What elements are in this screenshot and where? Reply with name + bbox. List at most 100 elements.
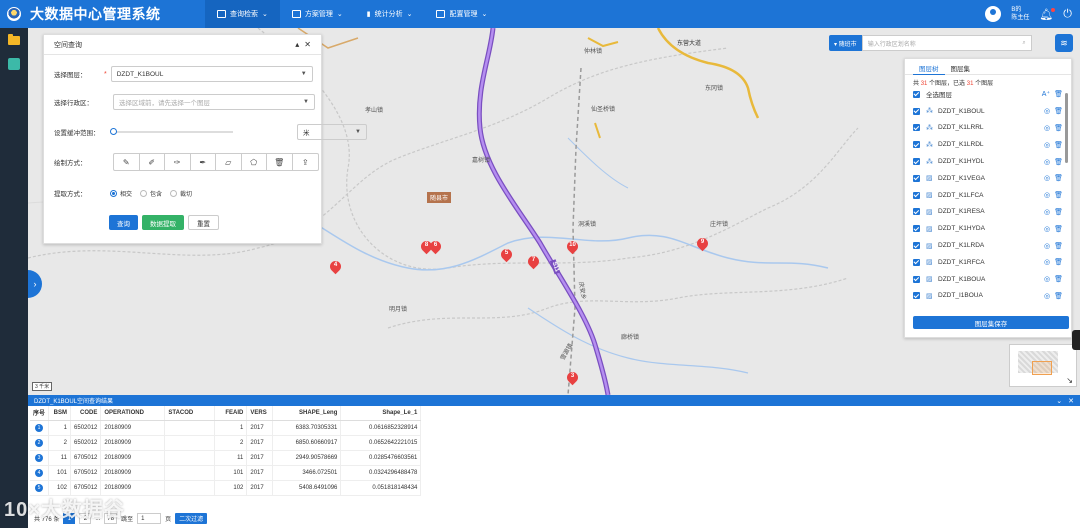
column-header[interactable]: SHAPE_Leng <box>272 406 342 421</box>
delete-icon[interactable]: 🗑︎ <box>1054 90 1063 98</box>
checkbox-checked[interactable] <box>913 275 920 283</box>
user-info[interactable]: B的 陈主任 <box>1011 6 1029 22</box>
column-header[interactable]: BSM <box>48 406 72 421</box>
close-icon[interactable]: ✕ <box>304 40 311 49</box>
delete-icon[interactable]: 🗑︎ <box>1054 158 1063 166</box>
checkbox-checked[interactable] <box>913 107 920 115</box>
nav-config[interactable]: 配置管理 ⌄ <box>424 0 499 28</box>
slider-handle[interactable] <box>110 128 117 135</box>
table-row[interactable]: 1 1 6502012 20180909 1 2017 6383.70305331 0.061… <box>30 420 422 436</box>
map-marker[interactable]: 5 <box>498 246 515 263</box>
layer-row[interactable]: ⁂ DZDT_K1LRDL ◎ 🗑︎ <box>905 136 1071 153</box>
map-marker[interactable]: 9 <box>694 235 711 252</box>
locate-icon[interactable]: ◎ <box>1044 258 1050 266</box>
select-all-row[interactable]: 全选图层 A⁺ 🗑︎ <box>905 86 1071 103</box>
upload-icon[interactable]: ⇪ <box>293 154 319 170</box>
reset-button[interactable]: 重置 <box>188 215 219 230</box>
checkbox-checked[interactable] <box>913 158 920 166</box>
draw-point-icon[interactable]: ✎ <box>114 154 140 170</box>
delete-icon[interactable]: 🗑︎ <box>1054 292 1063 300</box>
close-icon[interactable]: ✕ <box>1068 397 1074 405</box>
radio-intersect[interactable]: 相交 <box>110 189 132 198</box>
city-dropdown[interactable]: ▾ 随班市 <box>829 35 862 51</box>
layer-scrollbar[interactable] <box>1065 93 1068 163</box>
locate-icon[interactable]: ◎ <box>1044 107 1050 115</box>
secondary-filter-button[interactable]: 二次过滤 <box>175 513 208 524</box>
locate-icon[interactable]: ◎ <box>1044 191 1050 199</box>
checkbox-checked[interactable] <box>913 124 920 132</box>
column-header[interactable]: STACOD <box>164 406 216 421</box>
rail-folder-button[interactable] <box>0 28 28 52</box>
locate-icon[interactable]: ◎ <box>1044 242 1050 250</box>
column-header[interactable]: OPERATIOND <box>100 406 166 421</box>
layer-row[interactable]: ▨ DZDT_K1LRDA ◎ 🗑︎ <box>905 237 1071 254</box>
layer-row[interactable]: ▨ DZDT_I1BOUA ◎ 🗑︎ <box>905 288 1071 305</box>
column-header[interactable]: CODE <box>70 406 102 421</box>
delete-icon[interactable]: 🗑︎ <box>1054 174 1063 182</box>
map-marker[interactable]: 6 <box>427 238 444 255</box>
column-header[interactable]: Shape_Le_1 <box>340 406 422 421</box>
delete-icon[interactable]: 🗑︎ <box>1054 275 1063 283</box>
rail-map-button[interactable] <box>0 52 28 76</box>
column-header[interactable]: FEAID <box>214 406 248 421</box>
nav-stats[interactable]: ▮ 统计分析 ⌄ <box>355 0 425 28</box>
search-icon[interactable]: ⌕ <box>1022 40 1025 47</box>
resize-arrow-icon[interactable]: ↘ <box>1066 376 1073 385</box>
delete-icon[interactable]: 🗑︎ <box>1054 107 1063 115</box>
checkbox-checked[interactable] <box>913 90 920 98</box>
checkbox-checked[interactable] <box>913 208 920 216</box>
goto-page-input[interactable]: 1 <box>137 513 162 524</box>
layers-toggle-button[interactable]: ≋ <box>1055 34 1073 52</box>
map-marker[interactable]: 10 <box>564 238 581 255</box>
draw-line-icon[interactable]: ✐ <box>140 154 165 170</box>
draw-rectangle-icon[interactable]: ▱ <box>216 154 242 170</box>
delete-icon[interactable]: 🗑︎ <box>1054 191 1063 199</box>
checkbox-checked[interactable] <box>913 225 920 233</box>
map-marker[interactable]: 3 <box>564 369 581 386</box>
delete-icon[interactable]: 🗑︎ <box>1054 124 1063 132</box>
column-header[interactable]: 序号 <box>30 406 50 421</box>
overview-map[interactable]: ↘ <box>1009 344 1077 387</box>
query-button[interactable]: 查询 <box>109 215 138 230</box>
delete-icon[interactable]: 🗑︎ <box>1054 141 1063 149</box>
bell-icon[interactable]: 🔔︎ <box>1039 7 1056 21</box>
layer-row[interactable]: ▨ DZDT_K1RESA ◎ 🗑︎ <box>905 204 1071 221</box>
logout-icon[interactable]: ⏻ <box>1063 8 1072 21</box>
locate-icon[interactable]: ◎ <box>1044 141 1050 149</box>
layer-row[interactable]: ⁂ DZDT_K1LRRL ◎ 🗑︎ <box>905 120 1071 137</box>
buffer-slider[interactable] <box>110 128 233 135</box>
locate-icon[interactable]: ◎ <box>1044 174 1050 182</box>
region-search-input[interactable]: 输入行政区划名称 ⌕ <box>861 35 1032 51</box>
layer-row[interactable]: ⁂ DZDT_K1BOUL ◎ 🗑︎ <box>905 103 1071 120</box>
layer-row[interactable]: ⁂ DZDT_K1HYDL ◎ 🗑︎ <box>905 153 1071 170</box>
map-marker[interactable]: 7 <box>525 253 542 270</box>
overview-extent[interactable] <box>1032 361 1052 375</box>
locate-icon[interactable]: ◎ <box>1044 225 1050 233</box>
layer-select[interactable]: DZDT_K1BOUL ▼ <box>110 66 313 82</box>
draw-polygon-icon[interactable]: ⬠ <box>242 154 267 170</box>
checkbox-checked[interactable] <box>913 242 920 250</box>
radio-contain[interactable]: 包含 <box>140 189 162 198</box>
buffer-unit-select[interactable]: 米 ▼ <box>297 124 367 140</box>
region-select[interactable]: 选择区域前，请先选择一个图层 ▼ <box>113 94 315 110</box>
collapse-icon[interactable]: ▴ <box>295 40 299 49</box>
table-row[interactable]: 2 2 6502012 20180909 2 2017 6850.60660917 0.065… <box>30 435 422 451</box>
locate-icon[interactable]: ◎ <box>1044 158 1050 166</box>
delete-icon[interactable]: 🗑︎ <box>1054 208 1063 216</box>
locate-icon[interactable]: ◎ <box>1044 275 1050 283</box>
table-row[interactable]: 4 101 6705012 20180909 101 2017 3466.072501 0.0… <box>30 465 422 481</box>
nav-plan[interactable]: 方案管理 ⌄ <box>280 0 355 28</box>
avatar[interactable] <box>985 6 1002 22</box>
tab-layer-set[interactable]: 图层集 <box>945 63 977 75</box>
locate-icon[interactable]: ◎ <box>1044 208 1050 216</box>
delete-icon[interactable]: 🗑︎ <box>1054 242 1063 250</box>
save-layer-set-button[interactable]: 图层集保存 <box>913 316 1069 329</box>
map-marker[interactable]: 4 <box>327 258 344 275</box>
locate-icon[interactable]: ◎ <box>1044 124 1050 132</box>
tab-layer-tree[interactable]: 图层树 <box>913 63 945 75</box>
checkbox-checked[interactable] <box>913 191 920 199</box>
checkbox-checked[interactable] <box>913 258 920 266</box>
delete-icon[interactable]: 🗑︎ <box>1054 225 1063 233</box>
layer-row[interactable]: ▨ DZDT_K1RFCA ◎ 🗑︎ <box>905 254 1071 271</box>
table-row[interactable]: 3 11 6705012 20180909 11 2017 2949.90578669 0.0… <box>30 450 422 466</box>
